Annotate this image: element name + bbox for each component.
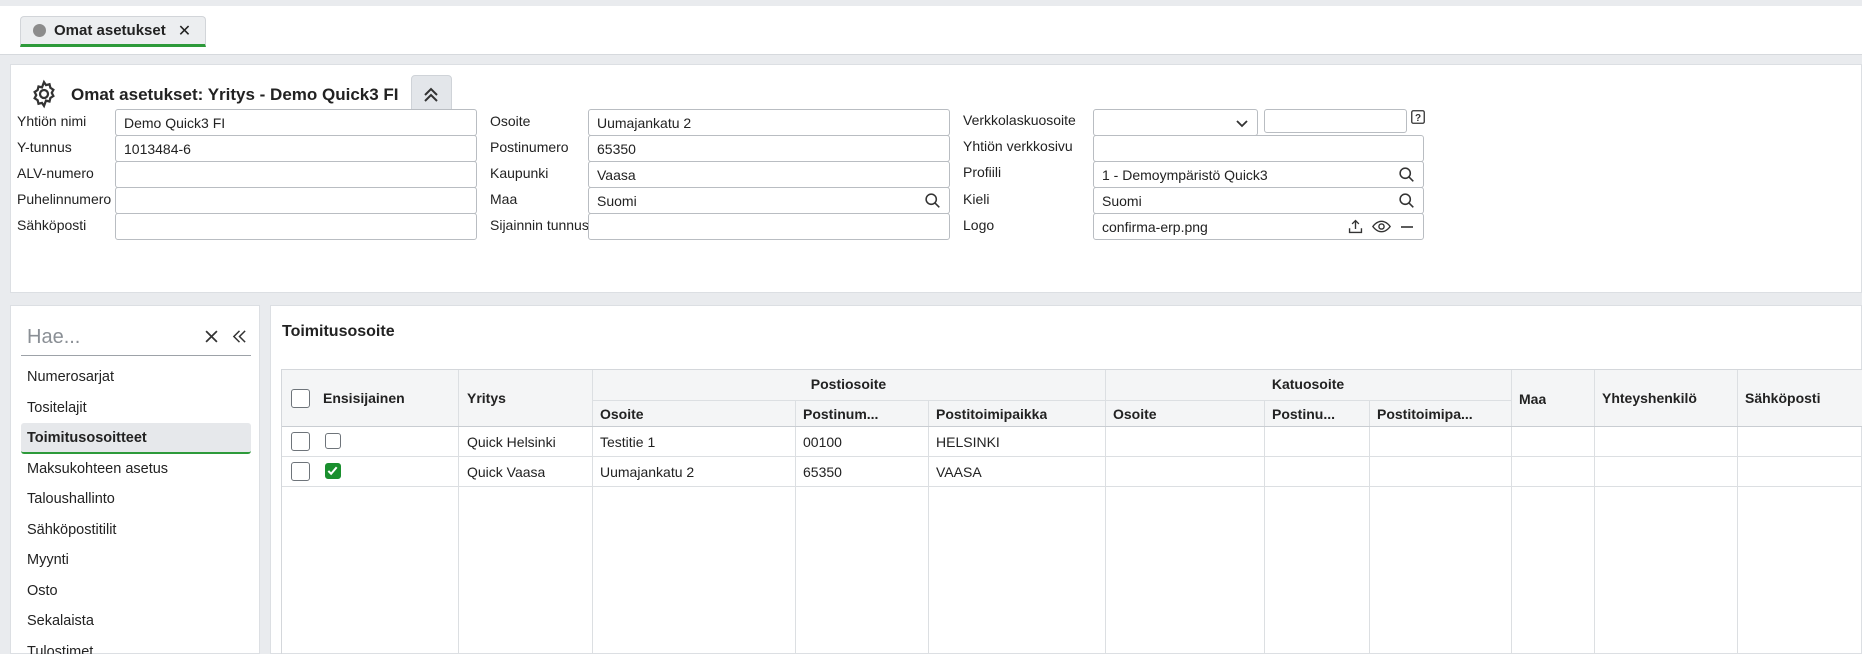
logo-input[interactable]: confirma-erp.png bbox=[1093, 213, 1424, 240]
search-icon[interactable] bbox=[1398, 192, 1415, 209]
sidebar-item-tulostimet[interactable]: Tulostimet bbox=[21, 637, 251, 654]
country-input[interactable]: Suomi bbox=[588, 187, 950, 214]
location-id-input[interactable] bbox=[588, 213, 950, 240]
e-invoice-address-select[interactable] bbox=[1093, 109, 1258, 136]
sidebar-list: Numerosarjat Tositelajit Toimitusosoitte… bbox=[21, 362, 251, 654]
chevrons-up-icon bbox=[424, 87, 438, 102]
cell-p-postal-code: 00100 bbox=[803, 434, 842, 450]
check-icon bbox=[327, 466, 338, 476]
email-input[interactable] bbox=[115, 213, 477, 240]
col-header-company[interactable]: Yritys bbox=[467, 390, 506, 406]
address-label: Osoite bbox=[490, 113, 531, 129]
tab-omat-asetukset[interactable]: Omat asetukset ✕ bbox=[20, 16, 207, 47]
logo-label: Logo bbox=[963, 217, 995, 233]
primary-checkbox[interactable] bbox=[325, 463, 341, 479]
profile-input[interactable]: 1 - Demoympäristö Quick3 bbox=[1093, 161, 1424, 188]
language-label: Kieli bbox=[963, 191, 990, 207]
primary-checkbox[interactable] bbox=[325, 433, 341, 449]
chevron-down-icon bbox=[1235, 116, 1249, 130]
select-all-checkbox[interactable] bbox=[291, 389, 310, 408]
col-header-contact[interactable]: Yhteyshenkilö bbox=[1602, 390, 1697, 406]
tab-status-dot bbox=[33, 24, 46, 37]
phone-label: Puhelinnumero bbox=[17, 191, 112, 207]
profile-label: Profiili bbox=[963, 164, 1002, 180]
group-header-street: Katuosoite bbox=[1271, 376, 1345, 392]
sidebar-item-tositelajit[interactable]: Tositelajit bbox=[21, 393, 251, 424]
upload-icon[interactable] bbox=[1347, 218, 1364, 235]
vat-number-label: ALV-numero bbox=[17, 165, 94, 181]
address-input[interactable]: Uumajankatu 2 bbox=[588, 109, 950, 136]
col-header-country[interactable]: Maa bbox=[1519, 391, 1546, 407]
cell-company: Quick Vaasa bbox=[467, 464, 546, 480]
col-header-p-address[interactable]: Osoite bbox=[600, 406, 644, 422]
section-title: Toimitusosoite bbox=[282, 323, 395, 340]
double-chevron-left-icon[interactable] bbox=[232, 329, 247, 347]
company-name-input[interactable]: Demo Quick3 FI bbox=[115, 109, 477, 136]
website-input[interactable] bbox=[1093, 135, 1424, 162]
city-input[interactable]: Vaasa bbox=[588, 161, 950, 188]
city-label: Kaupunki bbox=[490, 165, 549, 181]
cell-company: Quick Helsinki bbox=[467, 434, 556, 450]
cell-p-address: Uumajankatu 2 bbox=[600, 464, 695, 480]
col-header-s-city[interactable]: Postitoimipa... bbox=[1377, 406, 1505, 422]
language-input[interactable]: Suomi bbox=[1093, 187, 1424, 214]
sidebar-item-sekalaista[interactable]: Sekalaista bbox=[21, 606, 251, 637]
col-header-p-city[interactable]: Postitoimipaikka bbox=[936, 406, 1047, 422]
email-label: Sähköposti bbox=[17, 217, 87, 233]
col-header-primary[interactable]: Ensisijainen bbox=[323, 390, 405, 406]
business-id-input[interactable]: 1013484-6 bbox=[115, 135, 477, 162]
svg-text:?: ? bbox=[1415, 113, 1421, 124]
cell-p-city: VAASA bbox=[936, 464, 982, 480]
eye-icon[interactable] bbox=[1372, 218, 1391, 235]
sidebar-item-maksukohteen-asetus[interactable]: Maksukohteen asetus bbox=[21, 454, 251, 485]
search-input[interactable]: Hae... bbox=[21, 326, 205, 349]
business-id-label: Y-tunnus bbox=[17, 139, 72, 155]
vat-number-input[interactable] bbox=[115, 161, 477, 188]
country-label: Maa bbox=[490, 191, 518, 207]
search-icon[interactable] bbox=[924, 192, 941, 209]
settings-panel: Omat asetukset: Yritys - Demo Quick3 FI … bbox=[10, 64, 1862, 293]
main-content: Toimitusosoite Ensisijainen Yritys Posti… bbox=[270, 305, 1862, 654]
sidebar-item-myynti[interactable]: Myynti bbox=[21, 545, 251, 576]
e-invoice-address-label: Verkkolaskuosoite bbox=[963, 112, 1076, 128]
gear-icon bbox=[29, 79, 59, 112]
cell-p-city: HELSINKI bbox=[936, 434, 1000, 450]
tab-label: Omat asetukset bbox=[54, 22, 166, 39]
sidebar-search: Hae... bbox=[21, 320, 251, 356]
col-header-email[interactable]: Sähköposti bbox=[1745, 390, 1820, 406]
row-select-checkbox[interactable] bbox=[291, 432, 310, 451]
close-icon[interactable]: ✕ bbox=[178, 21, 191, 41]
phone-input[interactable] bbox=[115, 187, 477, 214]
sidebar-item-sahkopostitilit[interactable]: Sähköpostitilit bbox=[21, 515, 251, 546]
cell-p-postal-code: 65350 bbox=[803, 464, 842, 480]
website-label: Yhtiön verkkosivu bbox=[963, 138, 1073, 154]
col-header-s-address[interactable]: Osoite bbox=[1113, 406, 1157, 422]
postal-code-input[interactable]: 65350 bbox=[588, 135, 950, 162]
clear-search-icon[interactable] bbox=[205, 329, 218, 346]
sidebar-item-toimitusosoitteet[interactable]: Toimitusosoitteet bbox=[21, 423, 251, 454]
cell-p-address: Testitie 1 bbox=[600, 434, 656, 450]
page-title: Omat asetukset: Yritys - Demo Quick3 FI bbox=[71, 85, 399, 104]
e-invoice-extra-input[interactable] bbox=[1264, 109, 1407, 133]
sidebar-item-osto[interactable]: Osto bbox=[21, 576, 251, 607]
sidebar-item-taloushallinto[interactable]: Taloushallinto bbox=[21, 484, 251, 515]
minus-icon[interactable] bbox=[1399, 219, 1415, 235]
search-icon[interactable] bbox=[1398, 166, 1415, 183]
company-name-label: Yhtiön nimi bbox=[17, 113, 87, 129]
row-select-checkbox[interactable] bbox=[291, 462, 310, 481]
tab-bar: Omat asetukset ✕ bbox=[0, 6, 1862, 55]
col-header-p-postal-code[interactable]: Postinum... bbox=[803, 406, 921, 422]
group-header-postal: Postiosoite bbox=[810, 376, 887, 392]
location-id-label: Sijainnin tunnus bbox=[490, 217, 589, 233]
help-icon[interactable]: ? bbox=[1411, 110, 1425, 127]
col-header-s-postal-code[interactable]: Postinu... bbox=[1272, 406, 1364, 422]
postal-code-label: Postinumero bbox=[490, 139, 569, 155]
settings-sidebar: Hae... Numerosarjat Tositelajit Toimitus… bbox=[10, 305, 260, 654]
sidebar-item-numerosarjat[interactable]: Numerosarjat bbox=[21, 362, 251, 393]
delivery-address-table: Ensisijainen Yritys Postiosoite Katuosoi… bbox=[281, 369, 1862, 654]
